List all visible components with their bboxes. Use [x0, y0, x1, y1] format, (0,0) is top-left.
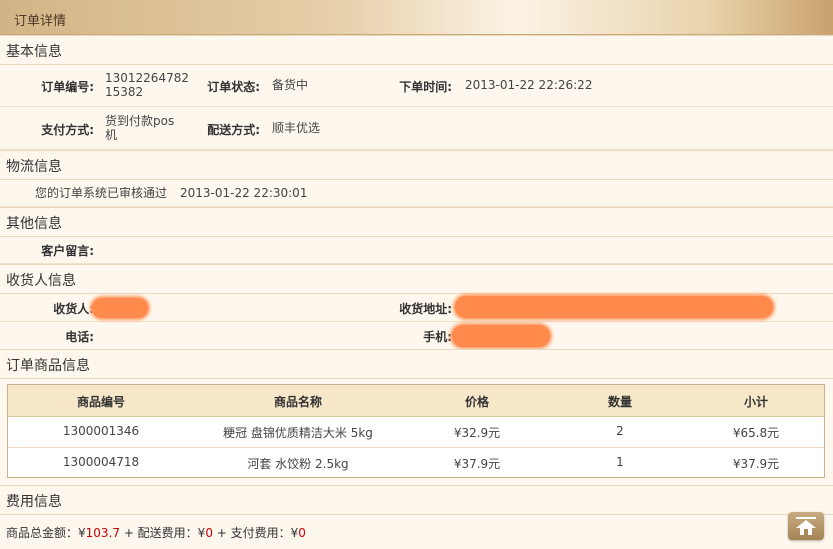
- section-receiver: 收货人信息: [0, 264, 833, 294]
- order-time-label: 下单时间:: [399, 80, 452, 94]
- pay-fee-label: + 支付费用：¥: [212, 526, 299, 540]
- goods-id: 1300001346: [62, 424, 140, 438]
- redacted-mobile: [452, 325, 550, 347]
- order-no-line-2: 15382: [105, 85, 144, 99]
- section-title: 费用信息: [6, 494, 62, 510]
- column-header-price: 价格: [464, 395, 489, 409]
- order-status-value: 备货中: [272, 78, 309, 92]
- ship-fee-value: 0: [205, 526, 213, 540]
- section-title: 基本信息: [6, 44, 62, 60]
- section-title: 订单商品信息: [6, 358, 90, 374]
- ship-method-value: 顺丰优选: [272, 121, 321, 135]
- goods-subtotal: ¥65.8元: [732, 426, 780, 440]
- table-row: 1300004718 河套 水饺粉 2.5kg ¥37.9元 1 ¥37.9元: [8, 447, 824, 478]
- section-title: 收货人信息: [6, 273, 76, 289]
- goods-table: 商品编号 商品名称 价格 数量 小计 1300001346 粳冠 盘锦优质精洁大…: [7, 384, 825, 478]
- fee-summary: 商品总金额：¥103.7 + 配送费用：¥0 + 支付费用：¥0: [6, 524, 306, 541]
- goods-name: 河套 水饺粉 2.5kg: [247, 457, 349, 471]
- section-other: 其他信息: [0, 207, 833, 237]
- column-header-id: 商品编号: [76, 395, 125, 409]
- phone-label: 电话:: [65, 330, 94, 344]
- goods-subtotal: ¥37.9元: [732, 457, 780, 471]
- goods-name: 粳冠 盘锦优质精洁大米 5kg: [223, 426, 373, 440]
- pay-method-line-1: 货到付款pos: [105, 114, 175, 128]
- goods-total-value: 103.7: [85, 526, 120, 540]
- receiver-name-label: 收货人:: [53, 302, 94, 316]
- section-title: 其他信息: [6, 216, 62, 232]
- goods-price: ¥37.9元: [453, 457, 501, 471]
- section-logistics: 物流信息: [0, 150, 833, 180]
- basic-info-row-1: 订单编号: 13012264782 15382 订单状态: 备货中 下单时间: …: [0, 64, 833, 107]
- page-title-bar: 订单详情: [0, 0, 833, 35]
- page-title: 订单详情: [14, 14, 67, 29]
- goods-table-header: 商品编号 商品名称 价格 数量 小计: [8, 385, 824, 417]
- order-no-line-1: 13012264782: [105, 71, 189, 85]
- section-basic-info: 基本信息: [0, 35, 833, 65]
- section-fees: 费用信息: [0, 485, 833, 515]
- home-up-icon: [796, 517, 816, 535]
- receiver-row-2: 电话: 手机:: [0, 322, 833, 350]
- back-to-top-button[interactable]: [788, 512, 824, 540]
- customer-remark-label: 客户留言:: [41, 244, 94, 258]
- order-no-label: 订单编号:: [41, 80, 94, 94]
- basic-info-row-2: 支付方式: 货到付款pos 机 配送方式: 顺丰优选: [0, 107, 833, 150]
- remark-row: 客户留言:: [0, 236, 833, 264]
- redacted-receiver-name: [92, 298, 148, 318]
- pay-fee-value: 0: [298, 526, 306, 540]
- logistics-time: 2013-01-22 22:30:01: [180, 186, 308, 200]
- goods-price: ¥32.9元: [453, 426, 501, 440]
- column-header-name: 商品名称: [273, 395, 322, 409]
- table-row: 1300001346 粳冠 盘锦优质精洁大米 5kg ¥32.9元 2 ¥65.…: [8, 416, 824, 448]
- logistics-message: 您的订单系统已审核通过: [35, 186, 168, 200]
- goods-total-label: 商品总金额：¥: [6, 526, 86, 540]
- receiver-row-1: 收货人: 收货地址:: [0, 293, 833, 322]
- goods-qty: 2: [616, 424, 624, 438]
- order-status-label: 订单状态:: [207, 80, 260, 94]
- section-goods: 订单商品信息: [0, 349, 833, 379]
- section-title: 物流信息: [6, 159, 62, 175]
- ship-fee-label: + 配送费用：¥: [120, 526, 206, 540]
- pay-method-label: 支付方式:: [41, 123, 94, 137]
- ship-method-label: 配送方式:: [207, 123, 260, 137]
- mobile-label: 手机:: [423, 330, 452, 344]
- receiver-address-label: 收货地址:: [399, 302, 452, 316]
- logistics-row: 您的订单系统已审核通过 2013-01-22 22:30:01: [0, 179, 833, 207]
- redacted-receiver-address: [455, 296, 773, 318]
- goods-id: 1300004718: [62, 455, 140, 469]
- order-time-value: 2013-01-22 22:26:22: [465, 78, 593, 92]
- goods-qty: 1: [616, 455, 624, 469]
- column-header-subtotal: 小计: [743, 395, 768, 409]
- column-header-qty: 数量: [607, 395, 632, 409]
- pay-method-line-2: 机: [105, 128, 118, 142]
